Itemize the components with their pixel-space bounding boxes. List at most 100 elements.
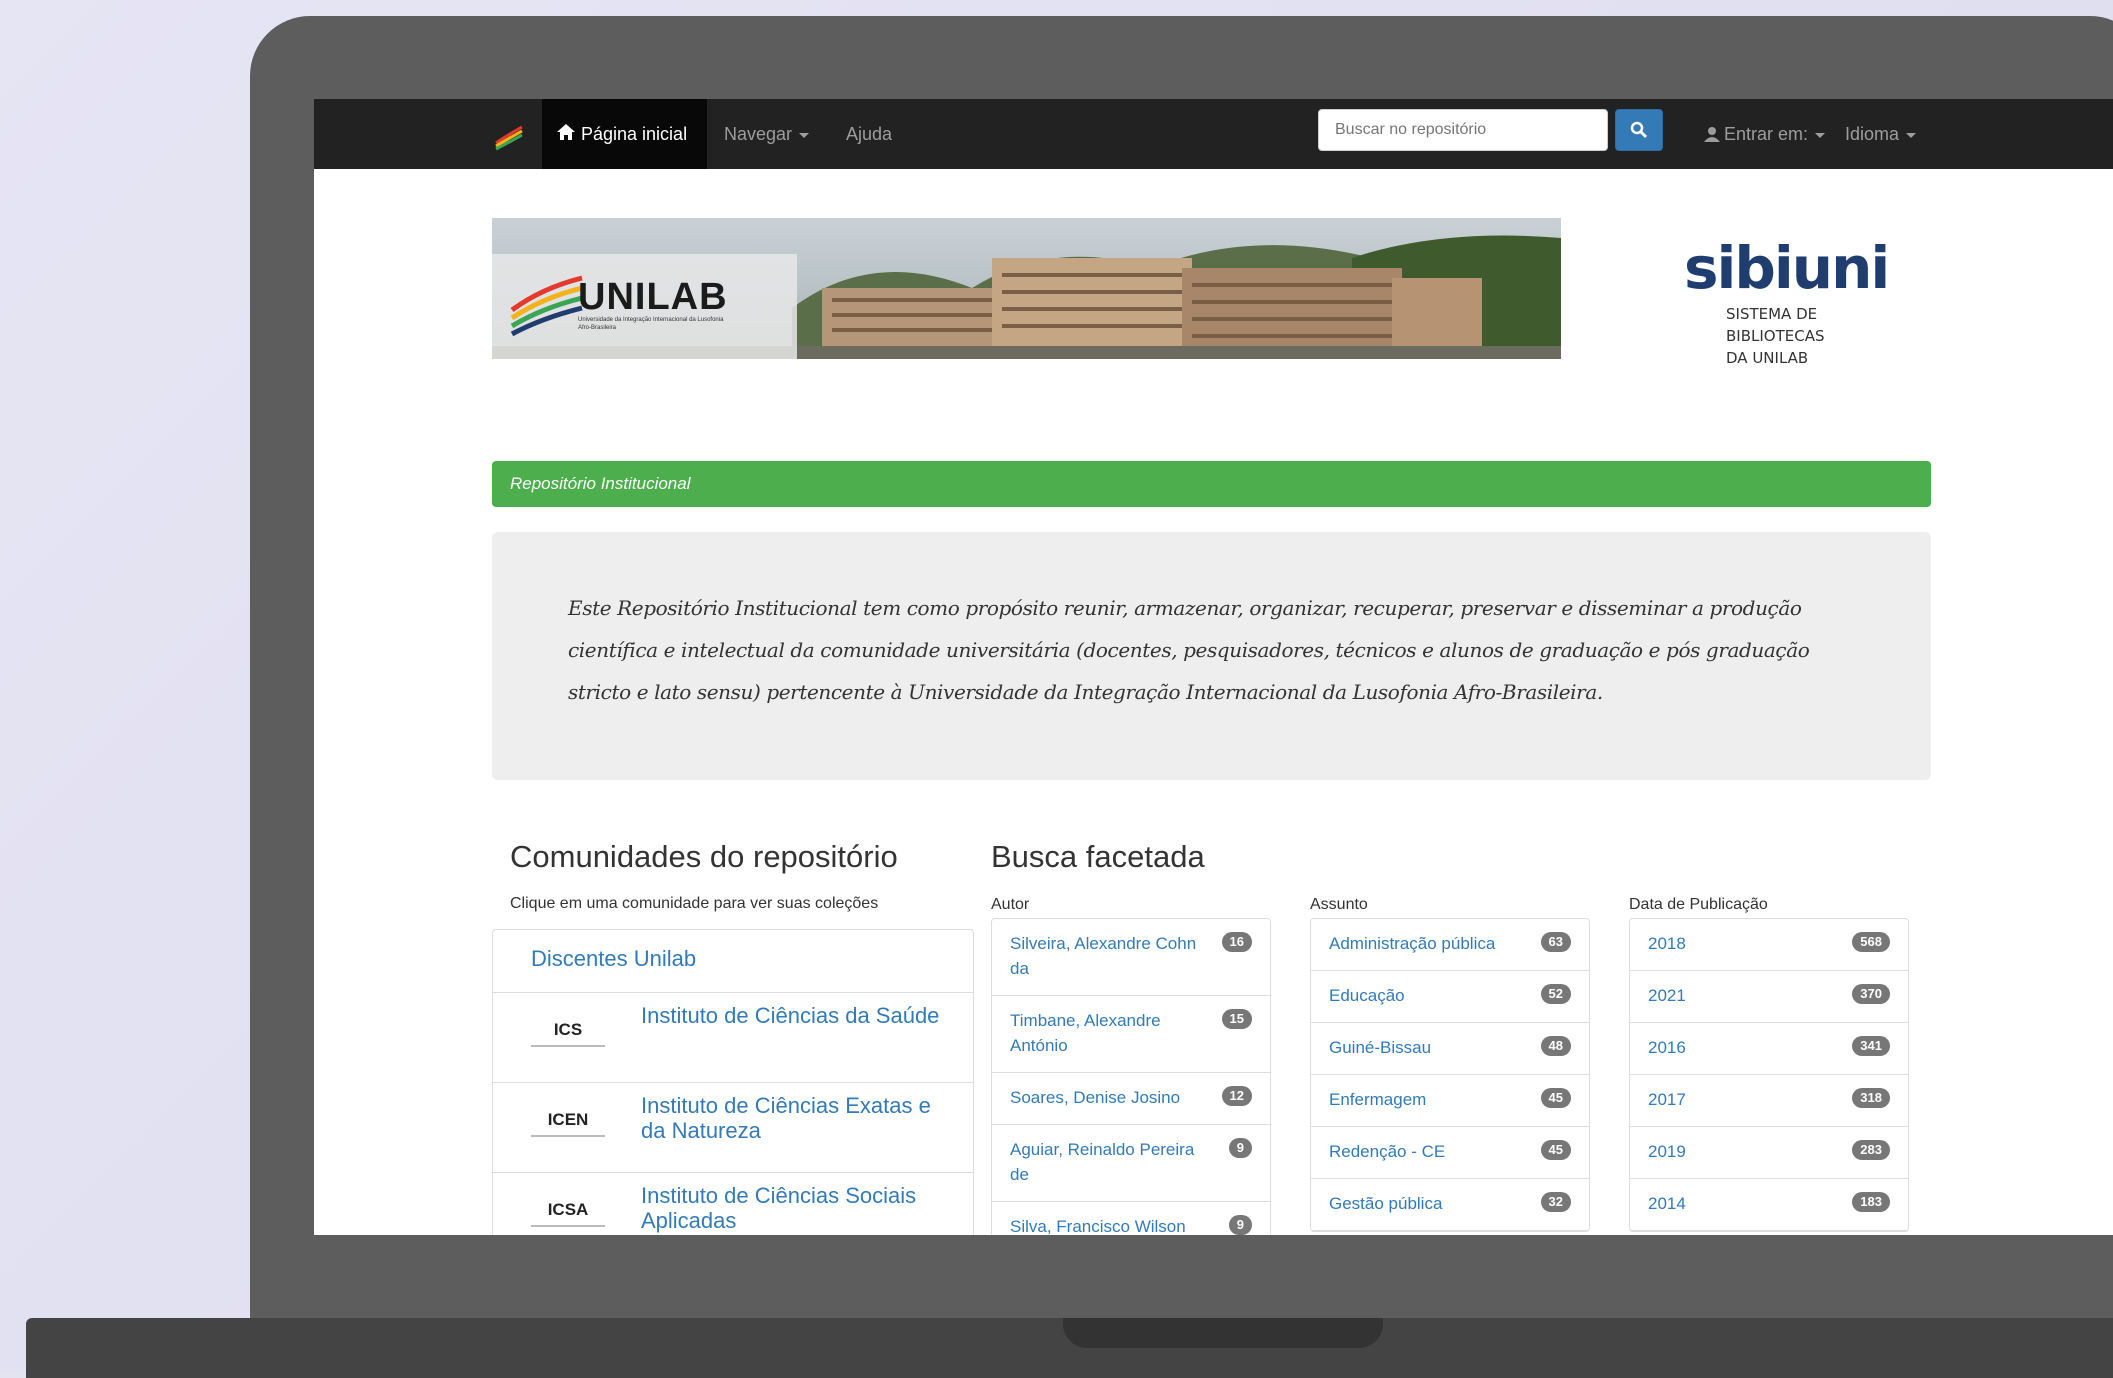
facet-item[interactable]: 2018 568: [1630, 919, 1908, 971]
laptop-notch: [1063, 1318, 1383, 1348]
chevron-down-icon: [799, 132, 810, 138]
icsa-logo: ICSA: [531, 1195, 605, 1227]
facet-link[interactable]: 2021: [1648, 983, 1686, 1008]
count-badge: 283: [1852, 1140, 1890, 1160]
count-badge: 9: [1228, 1138, 1252, 1158]
count-badge: 15: [1221, 1009, 1252, 1029]
facet-item[interactable]: 2021 370: [1630, 971, 1908, 1023]
count-badge: 63: [1540, 932, 1571, 952]
community-link[interactable]: Instituto de Ciências Sociais Aplicadas: [641, 1183, 951, 1233]
count-badge: 183: [1852, 1192, 1890, 1212]
facet-item[interactable]: 2014 183: [1630, 1179, 1908, 1231]
facet-item[interactable]: 2016 341: [1630, 1023, 1908, 1075]
count-badge: 45: [1540, 1140, 1571, 1160]
community-link[interactable]: Discentes Unilab: [531, 946, 696, 972]
count-badge: 45: [1540, 1088, 1571, 1108]
facet-item[interactable]: Silva, Francisco Wilson 9: [992, 1202, 1270, 1235]
count-badge: 16: [1221, 932, 1252, 952]
facet-link[interactable]: 2018: [1648, 931, 1686, 956]
facet-link[interactable]: Educação: [1329, 983, 1405, 1008]
facet-link[interactable]: 2017: [1648, 1087, 1686, 1112]
intro-panel: Este Repositório Institucional tem como …: [492, 532, 1931, 780]
facets-title: Busca facetada: [991, 839, 1205, 874]
count-badge: 318: [1852, 1088, 1890, 1108]
community-item[interactable]: ICEN Instituto de Ciências Exatas e da N…: [493, 1083, 973, 1173]
facet-data-list: 2018 568 2021 370 2016 341 2017 318 2019…: [1629, 918, 1909, 1232]
facet-item[interactable]: Administração pública 63: [1311, 919, 1589, 971]
count-badge: 568: [1852, 932, 1890, 952]
facet-item[interactable]: Aguiar, Reinaldo Pereira de 9: [992, 1125, 1270, 1202]
search-input[interactable]: [1318, 109, 1608, 151]
facet-link[interactable]: Timbane, Alexandre António: [1010, 1008, 1200, 1058]
facet-item[interactable]: Enfermagem 45: [1311, 1075, 1589, 1127]
nav-entrar-label: Entrar em:: [1724, 123, 1809, 144]
nav-navegar-dropdown[interactable]: Navegar: [724, 99, 810, 169]
browser-screen: Página inicial Navegar Ajuda Entrar em: …: [314, 99, 2113, 1235]
nav-idioma-label: Idioma: [1845, 123, 1900, 144]
community-item[interactable]: ICSA Instituto de Ciências Sociais Aplic…: [493, 1173, 973, 1235]
facet-link[interactable]: Redenção - CE: [1329, 1139, 1445, 1164]
sibiuni-logo: sibiuni SISTEMA DE BIBLIOTECAS DA UNILAB: [1684, 239, 1890, 369]
facet-link[interactable]: 2014: [1648, 1191, 1686, 1216]
facet-assunto: Assunto Administração pública 63 Educaçã…: [1310, 896, 1590, 1232]
facet-item[interactable]: Timbane, Alexandre António 15: [992, 996, 1270, 1073]
count-badge: 52: [1540, 984, 1571, 1004]
facet-label: Autor: [991, 896, 1030, 913]
community-item[interactable]: Discentes Unilab: [493, 930, 973, 993]
facet-link[interactable]: Silveira, Alexandre Cohn da: [1010, 931, 1200, 981]
unilab-banner: UNILAB Universidade da Integração Intern…: [492, 218, 1561, 359]
sibiuni-line3: DA UNILAB: [1726, 349, 1809, 367]
facet-link[interactable]: Gestão pública: [1329, 1191, 1442, 1216]
communities-title: Comunidades do repositório: [510, 839, 898, 874]
facet-item[interactable]: Silveira, Alexandre Cohn da 16: [992, 919, 1270, 996]
community-item[interactable]: ICS Instituto de Ciências da Saúde: [493, 993, 973, 1083]
facet-item[interactable]: Redenção - CE 45: [1311, 1127, 1589, 1179]
count-badge: 341: [1852, 1036, 1890, 1056]
nav-ajuda-label: Ajuda: [846, 123, 893, 144]
sibiuni-line1: SISTEMA DE: [1726, 305, 1818, 323]
chevron-down-icon: [1815, 132, 1826, 138]
facet-autor: Autor Silveira, Alexandre Cohn da 16 Tim…: [991, 896, 1271, 1235]
home-icon: [557, 123, 575, 145]
user-icon: [1704, 127, 1720, 142]
facet-link[interactable]: Guiné-Bissau: [1329, 1035, 1431, 1060]
breadcrumb-label: Repositório Institucional: [510, 474, 691, 493]
facet-label: Assunto: [1310, 896, 1368, 913]
community-link[interactable]: Instituto de Ciências Exatas e da Nature…: [641, 1093, 951, 1143]
facet-item[interactable]: 2017 318: [1630, 1075, 1908, 1127]
intro-text: Este Repositório Institucional tem como …: [568, 596, 1810, 704]
sibiuni-caption: SISTEMA DE BIBLIOTECAS DA UNILAB: [1726, 303, 1844, 369]
brand-logo-icon[interactable]: [492, 117, 526, 151]
facet-link[interactable]: Soares, Denise Josino: [1010, 1085, 1200, 1110]
communities-subtitle: Clique em uma comunidade para ver suas c…: [510, 895, 879, 912]
community-link[interactable]: Instituto de Ciências da Saúde: [641, 1003, 951, 1028]
facet-link[interactable]: Silva, Francisco Wilson: [1010, 1214, 1200, 1235]
facet-item[interactable]: Educação 52: [1311, 971, 1589, 1023]
facet-link[interactable]: Aguiar, Reinaldo Pereira de: [1010, 1137, 1200, 1187]
nav-home-label: Página inicial: [581, 123, 688, 144]
facet-item[interactable]: Soares, Denise Josino 12: [992, 1073, 1270, 1125]
count-badge: 12: [1221, 1086, 1252, 1106]
nav-entrar-dropdown[interactable]: Entrar em:: [1704, 99, 1826, 169]
facet-assunto-list: Administração pública 63 Educação 52 Gui…: [1310, 918, 1590, 1232]
nav-navegar-label: Navegar: [724, 123, 793, 144]
facet-item[interactable]: Guiné-Bissau 48: [1311, 1023, 1589, 1075]
count-badge: 32: [1540, 1192, 1571, 1212]
nav-home-link[interactable]: Página inicial: [542, 99, 707, 169]
facet-link[interactable]: Administração pública: [1329, 931, 1495, 956]
search-icon: [1630, 121, 1648, 139]
facet-data: Data de Publicação 2018 568 2021 370 201…: [1629, 896, 1909, 1232]
search-button[interactable]: [1615, 109, 1663, 151]
sibiuni-line2: BIBLIOTECAS: [1726, 327, 1825, 345]
facet-link[interactable]: 2019: [1648, 1139, 1686, 1164]
icen-logo: ICEN: [531, 1105, 605, 1137]
facet-link[interactable]: 2016: [1648, 1035, 1686, 1060]
nav-ajuda-link[interactable]: Ajuda: [846, 99, 892, 169]
count-badge: 370: [1852, 984, 1890, 1004]
nav-idioma-dropdown[interactable]: Idioma: [1845, 99, 1917, 169]
facet-item[interactable]: 2019 283: [1630, 1127, 1908, 1179]
facet-link[interactable]: Enfermagem: [1329, 1087, 1426, 1112]
chevron-down-icon: [1906, 132, 1917, 138]
facet-item[interactable]: Gestão pública 32: [1311, 1179, 1589, 1231]
communities-list: Discentes Unilab ICS Instituto de Ciênci…: [492, 929, 974, 1235]
